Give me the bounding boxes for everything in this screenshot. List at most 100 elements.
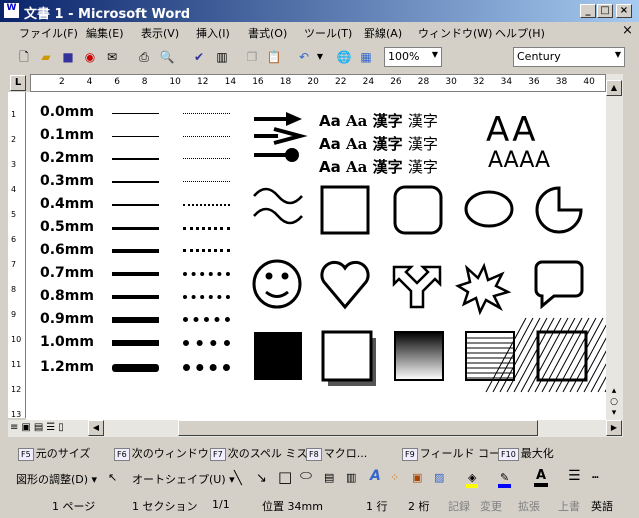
status-rec[interactable]: 記録 [448,498,470,514]
zoom-combo[interactable]: 100% ▼ [384,47,442,67]
scroll-right-button[interactable]: ▶ [606,420,622,436]
browse-buttons[interactable]: ▴ ○ ▾ [608,386,620,419]
menu-file[interactable]: ファイル(F) [19,25,78,41]
print-icon[interactable]: ⎙ [134,47,154,67]
print-preview-icon[interactable]: 🔍 [157,47,177,67]
f8-button[interactable]: F8 マクロ... [306,445,367,461]
new-icon[interactable]: 🗋 [14,47,34,67]
font-combo[interactable]: Century ▼ [513,47,625,67]
rectangle-icon[interactable]: □ [278,468,292,486]
ruler-tick-label: 28 [417,77,430,87]
status-trk[interactable]: 変更 [480,498,502,514]
scroll-left-button[interactable]: ◀ [88,420,104,436]
menu-help[interactable]: ヘルプ(H) [495,25,545,41]
horizontal-scrollbar[interactable]: ≡▣▤☰▯ ◀ ▶ [8,420,623,437]
horizontal-ruler[interactable]: 2 4 6 8 10 12 14 16 18 20 22 24 26 28 30 32 34 36 38 40 [30,74,606,92]
wordart-icon[interactable]: A [370,468,381,484]
picture-icon[interactable]: ▨ [434,471,444,484]
doc-close-button[interactable]: × [622,23,633,38]
arrow-head [286,112,302,126]
spelling-icon[interactable]: ✔ [189,47,209,67]
f6-button[interactable]: F6 次のウィンドウ [114,445,209,461]
vruler-tick-label: 5 [11,210,17,219]
line-color-icon[interactable]: ✎ [498,471,512,488]
line-style-icon[interactable]: ☰ [568,468,581,484]
save-icon[interactable]: ■ [58,47,78,67]
chevron-down-icon: ▼ [614,50,621,59]
autoshape-menu[interactable]: オートシェイプ(U) ▾ [132,471,235,487]
email-icon[interactable]: ✉ [102,47,122,67]
vruler-tick-label: 11 [11,360,22,369]
maximize-button[interactable]: □ [597,4,613,18]
scroll-up-button[interactable]: ▲ [606,80,622,96]
ruler-tick-label: 20 [307,77,319,87]
f10-button[interactable]: F10 最大化 [498,445,554,461]
close-button[interactable]: × [616,4,632,18]
f5-button[interactable]: F5 元のサイズ [18,445,90,461]
menu-format[interactable]: 書式(O) [248,25,287,41]
vruler-tick-label: 3 [11,160,17,169]
dash-style-icon[interactable]: ┅ [592,471,599,484]
menu-edit[interactable]: 編集(E) [86,25,124,41]
drawing-toolbar: 図形の調整(D) ▾ ↖ オートシェイプ(U) ▾ ╲ ↘ □ ⬭ ▤ ▥ A … [2,467,632,492]
arrow-icon[interactable]: ↘ [256,471,267,486]
word-app-icon[interactable]: W [4,3,19,18]
open-icon[interactable]: ▰ [36,47,56,67]
ruler-tick-label: 38 [555,77,568,87]
status-ovr[interactable]: 上書 [558,498,580,514]
status-section: 1 セクション [132,500,198,513]
vertical-scrollbar[interactable]: ▲ ▴ ○ ▾ [606,74,623,420]
copy-icon[interactable]: ❐ [242,47,262,67]
status-language: 英語 [591,500,613,513]
ruler-tick-label: 14 [224,77,237,87]
diagram-icon[interactable]: ⁘ [390,471,399,484]
document-page[interactable]: 0.0mm 0.1mm 0.2mm 0.3mm 0.4mm 0.5mm 0.6mm 0.7mm… [26,92,606,420]
undo-dropdown-icon[interactable]: ▼ [310,47,330,67]
vruler-tick-label: 12 [11,385,22,394]
view-buttons[interactable]: ≡▣▤☰▯ [10,422,67,433]
clipart-icon[interactable]: ▣ [412,471,422,484]
menu-bar: ファイル(F) 編集(E) 表示(V) 挿入(I) 書式(O) ツール(T) 罫… [0,22,639,42]
f9-button[interactable]: F9 フィールド コー.. [402,445,507,461]
f7-button[interactable]: F7 次のスペル ミス [210,445,307,461]
explosion-shape [455,262,512,316]
tab-selector[interactable]: L [10,75,26,91]
textbox-icon[interactable]: ▤ [324,471,334,484]
smiley-shape [252,259,302,309]
research-icon[interactable]: ▥ [212,47,232,67]
status-line: 1 行 [366,500,388,513]
ruler-tick-label: 32 [473,77,485,87]
standard-toolbar: 🗋 ▰ ■ ◉ ✉ ⎙ 🔍 ✔ ▥ ❐ 📋 ↶ ▼ 🌐 ▦ 100% ▼ [2,44,502,70]
paste-icon[interactable]: 📋 [264,47,284,67]
status-position: 位置 34mm [262,500,323,513]
ruler-tick-label: 40 [583,77,595,87]
ruler-tick-label: 30 [445,77,457,87]
square-shape [320,185,370,235]
menu-insert[interactable]: 挿入(I) [196,25,230,41]
status-ext[interactable]: 拡張 [518,498,540,514]
ruler-tick-label: 6 [114,77,120,87]
permission-icon[interactable]: ◉ [80,47,100,67]
ruler-tick-label: 4 [86,77,93,87]
vertical-ruler[interactable]: 1 2 3 4 5 6 7 8 9 10 11 12 13 [8,92,26,419]
oval-icon[interactable]: ⬭ [300,468,312,484]
minimize-button[interactable]: _ [580,4,596,18]
split-arrow-shape [392,265,442,309]
big-a-sizes: AAAA [488,148,551,173]
font-color-icon[interactable]: A [534,468,549,487]
scroll-thumb[interactable] [178,420,538,436]
fill-color-icon[interactable]: ◈ [466,471,479,488]
hyperlink-icon[interactable]: 🌐 [334,47,354,67]
line-icon[interactable]: ╲ [234,471,242,486]
menu-table[interactable]: 罫線(A) [364,25,402,41]
vruler-tick-label: 9 [11,310,17,319]
font-value: Century [517,50,561,63]
vertical-textbox-icon[interactable]: ▥ [346,471,356,484]
table-icon[interactable]: ▦ [356,47,376,67]
menu-tools[interactable]: ツール(T) [304,25,352,41]
menu-view[interactable]: 表示(V) [141,25,179,41]
menu-window[interactable]: ウィンドウ(W) [418,25,492,41]
draw-adjust-menu[interactable]: 図形の調整(D) ▾ [16,471,97,487]
ruler-tick-label: 36 [528,77,540,87]
select-objects-icon[interactable]: ↖ [108,471,117,484]
